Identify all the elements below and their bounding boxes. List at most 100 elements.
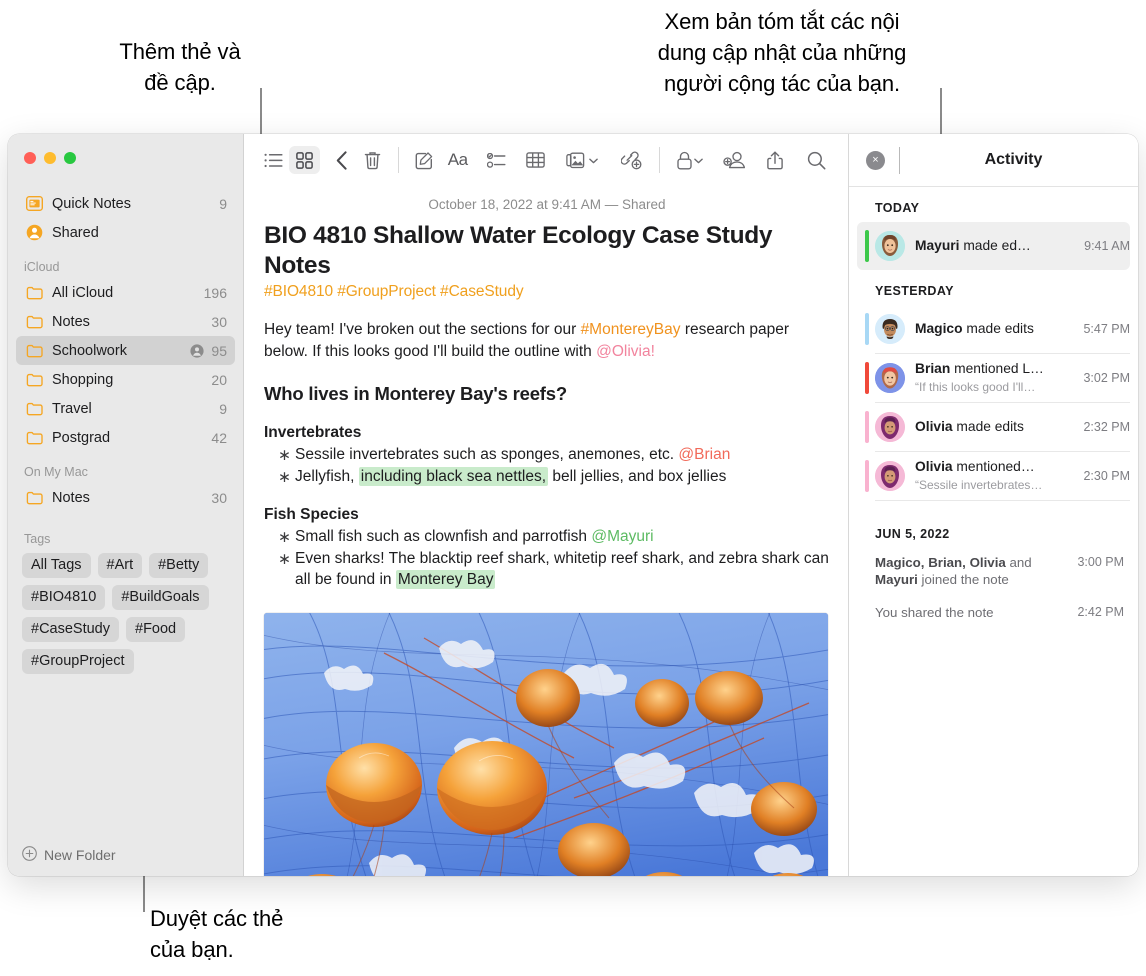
add-collaborator-icon[interactable] [719,146,750,174]
back-chevron-icon[interactable] [326,146,357,174]
activity-item-action: mentioned… [952,459,1035,474]
share-icon[interactable] [760,146,791,174]
note-date-line: October 18, 2022 at 9:41 AM — Shared [428,197,666,212]
quick-note-link-icon[interactable] [616,146,647,174]
bullet-text: Small fish such as clownfish and parrotf… [295,528,592,545]
tag-chip[interactable]: #CaseStudy [22,617,119,642]
callout-collaborator-updates: Xem bản tóm tắt các nội dung cập nhật củ… [657,9,907,96]
bullet-text: Sessile invertebrates such as sponges, a… [295,446,679,463]
mention-mayuri[interactable]: @Mayuri [591,528,653,545]
activity-item-quote: “If this looks good I'll… [915,380,1036,394]
activity-item-name: Mayuri [915,238,960,253]
activity-item-name: Olivia [915,459,953,474]
note-hashtags-line[interactable]: #BIO4810 #GroupProject #CaseStudy [264,281,830,301]
sidebar-item-postgrad[interactable]: Postgrad 42 [16,423,235,452]
sidebar-item-shopping[interactable]: Shopping 20 [16,365,235,394]
lock-icon[interactable] [672,146,709,174]
note-body[interactable]: October 18, 2022 at 9:41 AM — Shared BIO… [244,187,848,876]
activity-item-time: 9:41 AM [1084,239,1130,253]
folder-icon [24,342,44,360]
sidebar: Quick Notes 9 Shared iCloud All iCloud 1… [8,134,244,876]
table-icon[interactable] [520,146,551,174]
activity-item-olivia-edits[interactable]: Olivia made edits 2:32 PM [857,403,1130,451]
activity-item-body: Magico made edits [915,320,1076,338]
tag-chip[interactable]: #Betty [149,553,209,578]
activity-item-magico-edits[interactable]: Magico made edits 5:47 PM [857,305,1130,353]
list-item[interactable]: ∗ Small fish such as clownfish and parrot… [264,526,830,548]
activity-item-brian-mention[interactable]: Brian mentioned L… “If this looks good I… [857,354,1130,402]
checklist-icon[interactable] [481,146,512,174]
activity-history-name2: Mayuri [875,572,918,587]
mention-olivia[interactable]: @Olivia! [596,343,655,360]
sidebar-item-count: 95 [211,342,227,359]
activity-color-bar [865,460,869,492]
sidebar-item-notes-local[interactable]: Notes 30 [16,483,235,512]
activity-list[interactable]: TODAY Mayuri made ed… 9:41 AM YESTERDAY … [849,187,1138,876]
note-intro-paragraph[interactable]: Hey team! I've broken out the sections f… [264,301,824,363]
list-item[interactable]: ∗ Sessile invertebrates such as sponges, … [264,444,830,466]
brian-avatar [875,363,905,393]
sidebar-item-quick-notes[interactable]: Quick Notes 9 [16,189,235,218]
sidebar-scroll[interactable]: Quick Notes 9 Shared iCloud All iCloud 1… [8,178,243,834]
tag-chip[interactable]: #BIO4810 [22,585,106,610]
list-item[interactable]: ∗ Even sharks! The blacktip reef shark, w… [264,548,830,591]
folder-icon [24,400,44,418]
activity-history-time: 3:00 PM [1077,555,1124,569]
activity-item-action: made ed… [959,238,1031,253]
activity-history-row-joined: Magico, Brian, Olivia and Mayuri joined … [849,548,1138,594]
tag-chip[interactable]: #Art [97,553,143,578]
close-window-button[interactable] [24,152,36,164]
list-item[interactable]: ∗ Jellyfish, including black sea nettles,… [264,466,830,488]
sidebar-item-all-icloud[interactable]: All iCloud 196 [16,278,235,307]
search-icon[interactable] [801,146,832,174]
tag-chip[interactable]: #BuildGoals [112,585,209,610]
format-aa-icon[interactable]: Aa [440,146,475,174]
activity-header: × Activity [849,134,1138,187]
mention-brian[interactable]: @Brian [678,446,730,463]
new-folder-label: New Folder [44,847,116,863]
sidebar-item-shared[interactable]: Shared [16,218,235,247]
jellyfish-illustration [264,612,828,876]
callout-browse-tags: Duyệt các thẻ của bạn. [150,906,284,962]
activity-title: Activity [984,151,1043,168]
hashtag-montereybay[interactable]: #MontereyBay [581,321,681,338]
activity-item-text: Mayuri made ed… [915,238,1031,253]
activity-item-time: 5:47 PM [1083,322,1130,336]
sidebar-item-travel[interactable]: Travel 9 [16,394,235,423]
tag-chip[interactable]: #GroupProject [22,649,134,674]
format-aa-label: Aa [447,150,468,169]
gallery-view-icon[interactable] [289,146,321,174]
olivia-avatar [875,412,905,442]
jellyfish-photo[interactable] [264,612,828,876]
note-subheading-invertebrates: Invertebrates [264,424,362,441]
bullet-text-post: bell jellies, and box jellies [548,467,727,485]
window-controls [8,134,243,178]
activity-item-name: Olivia [915,419,953,434]
minimize-window-button[interactable] [44,152,56,164]
media-icon[interactable] [561,146,602,174]
activity-history-names: Magico, Brian, Olivia [875,555,1006,570]
compose-icon[interactable] [409,146,440,174]
maximize-window-button[interactable] [64,152,76,164]
sidebar-item-schoolwork[interactable]: Schoolwork 95 [16,336,235,365]
activity-item-body: Mayuri made ed… [915,237,1077,255]
bullet-list-invertebrates: ∗ Sessile invertebrates such as sponges, … [264,442,830,487]
activity-item-mayuri-edits[interactable]: Mayuri made ed… 9:41 AM [857,222,1130,270]
new-folder-button[interactable]: New Folder [8,834,243,876]
tag-chip[interactable]: #Food [126,617,186,642]
note-title[interactable]: BIO 4810 Shallow Water Ecology Case Stud… [264,221,830,281]
sidebar-item-notes-icloud[interactable]: Notes 30 [16,307,235,336]
bullet-asterisk-icon: ∗ [278,447,291,464]
list-view-icon[interactable] [258,146,289,174]
activity-item-olivia-mention[interactable]: Olivia mentioned… “Sessile invertebrates… [857,452,1130,500]
tag-chip[interactable]: All Tags [22,553,91,578]
sidebar-item-label: Postgrad [52,429,111,446]
trash-icon[interactable] [357,146,388,174]
sidebar-item-count: 196 [203,284,227,301]
bullet-asterisk-icon: ∗ [278,529,291,546]
sidebar-item-label: Shared [52,224,99,241]
chevron-down-icon [588,151,598,169]
sidebar-item-label: Quick Notes [52,195,131,212]
activity-item-text: Brian mentioned L… [915,361,1044,376]
activity-item-text: Olivia mentioned… [915,459,1035,474]
